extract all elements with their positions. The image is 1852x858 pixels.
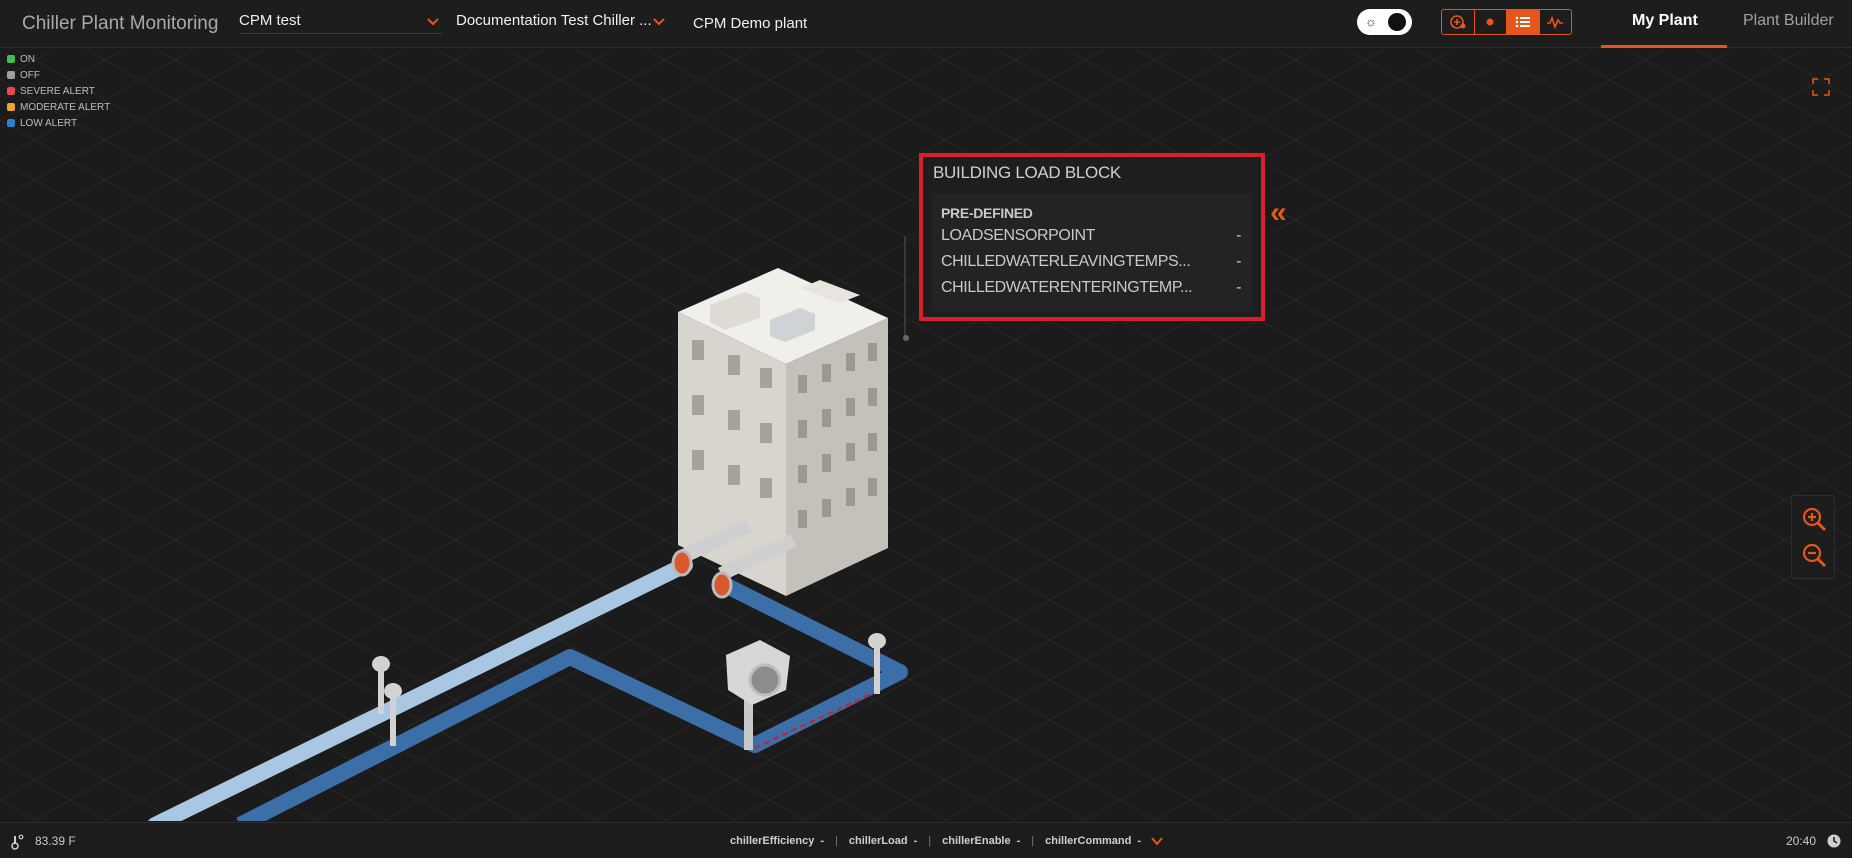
popup-row-value: -: [1236, 227, 1241, 244]
legend-dot: [7, 103, 15, 111]
popup-row-value: -: [1236, 279, 1241, 296]
legend-label: SEVERE ALERT: [20, 86, 95, 97]
metric-chiller-efficiency: chillerEfficiency -: [730, 835, 824, 847]
plant-doc-select[interactable]: Documentation Test Chiller ...: [456, 12, 665, 29]
tab-my-plant[interactable]: My Plant: [1632, 12, 1698, 30]
popup-row-value: -: [1236, 253, 1241, 270]
plant-name: CPM Demo plant: [693, 15, 808, 32]
legend-item-off: OFF: [7, 69, 110, 85]
legend-item-on: ON: [7, 53, 110, 69]
project-select-value: CPM test: [239, 12, 301, 29]
chiller-metrics: chillerEfficiency - | chillerLoad - | chil…: [730, 835, 1163, 847]
plant-view-icon: [1449, 15, 1466, 29]
building-load-block-popup: BUILDING LOAD BLOCK PRE-DEFINED LOADSENS…: [919, 153, 1265, 321]
current-time: 20:40: [1786, 834, 1817, 848]
trend-icon: [1547, 15, 1564, 29]
list-view-button[interactable]: [1507, 10, 1540, 34]
legend-dot: [7, 71, 15, 79]
plant-canvas[interactable]: ON OFF SEVERE ALERT MODERATE ALERT LOW A…: [0, 49, 1852, 821]
popup-row-label: CHILLEDWATERENTERINGTEMP...: [941, 279, 1193, 296]
metric-value: -: [913, 835, 918, 847]
metric-label: chillerCommand: [1045, 835, 1132, 847]
metric-separator: |: [1031, 835, 1035, 847]
legend-label: LOW ALERT: [20, 118, 78, 129]
metric-label: chillerEfficiency: [730, 835, 815, 847]
project-select[interactable]: CPM test: [239, 12, 439, 29]
sun-icon: ☼: [1365, 14, 1377, 29]
metric-value: -: [820, 835, 825, 847]
popup-row: LOADSENSORPOINT -: [941, 227, 1241, 247]
chevron-down-icon: [653, 18, 665, 26]
tab-plant-builder[interactable]: Plant Builder: [1743, 12, 1834, 30]
metric-chiller-enable: chillerEnable -: [942, 835, 1020, 847]
popup-section-title: PRE-DEFINED: [941, 205, 1033, 221]
legend-label: ON: [20, 54, 35, 65]
ambient-temperature: 83.39 F: [35, 834, 76, 848]
plant-view-button[interactable]: [1442, 10, 1475, 34]
popup-row: CHILLEDWATERENTERINGTEMP... -: [941, 279, 1241, 299]
legend-dot: [7, 55, 15, 63]
popup-row: CHILLEDWATERLEAVINGTEMPS... -: [941, 253, 1241, 273]
popup-title: BUILDING LOAD BLOCK: [933, 163, 1121, 182]
metric-chiller-load: chillerLoad -: [849, 835, 917, 847]
legend-label: OFF: [20, 70, 40, 81]
thermometer-icon: [11, 834, 24, 850]
top-bar: Chiller Plant Monitoring CPM test Docume…: [0, 0, 1852, 48]
legend-item-severe-alert: SEVERE ALERT: [7, 85, 110, 101]
zoom-out-icon[interactable]: [1801, 542, 1827, 568]
legend-item-moderate-alert: MODERATE ALERT: [7, 101, 110, 117]
popup-details: PRE-DEFINED LOADSENSORPOINT - CHILLEDWAT…: [932, 194, 1252, 312]
chevron-down-icon[interactable]: [1151, 836, 1163, 846]
legend-dot: [7, 119, 15, 127]
theme-toggle[interactable]: ☼: [1357, 9, 1412, 35]
zoom-controls: [1791, 495, 1835, 579]
status-legend: ON OFF SEVERE ALERT MODERATE ALERT LOW A…: [7, 53, 110, 133]
project-select-underline: [239, 33, 442, 34]
toggle-knob: [1388, 13, 1406, 31]
metric-value: -: [1016, 835, 1021, 847]
metric-separator: |: [835, 835, 838, 847]
view-mode-group: [1441, 9, 1572, 35]
building-model: [671, 268, 888, 599]
status-bar: 83.39 F chillerEfficiency - | chillerLoad…: [0, 822, 1852, 858]
chevron-down-icon: [427, 18, 439, 26]
legend-item-low-alert: LOW ALERT: [7, 117, 110, 133]
metric-chiller-command: chillerCommand -: [1045, 835, 1141, 847]
metric-label: chillerEnable: [942, 835, 1011, 847]
dot-icon: [1486, 18, 1494, 26]
expand-icon[interactable]: [1812, 78, 1830, 96]
metric-value: -: [1137, 835, 1141, 847]
trend-view-button[interactable]: [1540, 10, 1572, 34]
popup-row-label: CHILLEDWATERLEAVINGTEMPS...: [941, 253, 1191, 270]
popup-row-label: LOADSENSORPOINT: [941, 227, 1096, 244]
app-title: Chiller Plant Monitoring: [22, 13, 219, 34]
plant-doc-select-value: Documentation Test Chiller ...: [456, 12, 652, 29]
active-tab-indicator: [1601, 45, 1727, 48]
metric-label: chillerLoad: [848, 835, 908, 847]
dot-view-button[interactable]: [1475, 10, 1507, 34]
double-chevron-left-icon[interactable]: «: [1270, 198, 1287, 228]
zoom-in-icon[interactable]: [1801, 506, 1827, 532]
metric-separator: |: [928, 835, 932, 847]
legend-dot: [7, 87, 15, 95]
clock-icon: [1827, 834, 1841, 848]
legend-label: MODERATE ALERT: [20, 102, 111, 113]
list-icon: [1515, 16, 1530, 28]
